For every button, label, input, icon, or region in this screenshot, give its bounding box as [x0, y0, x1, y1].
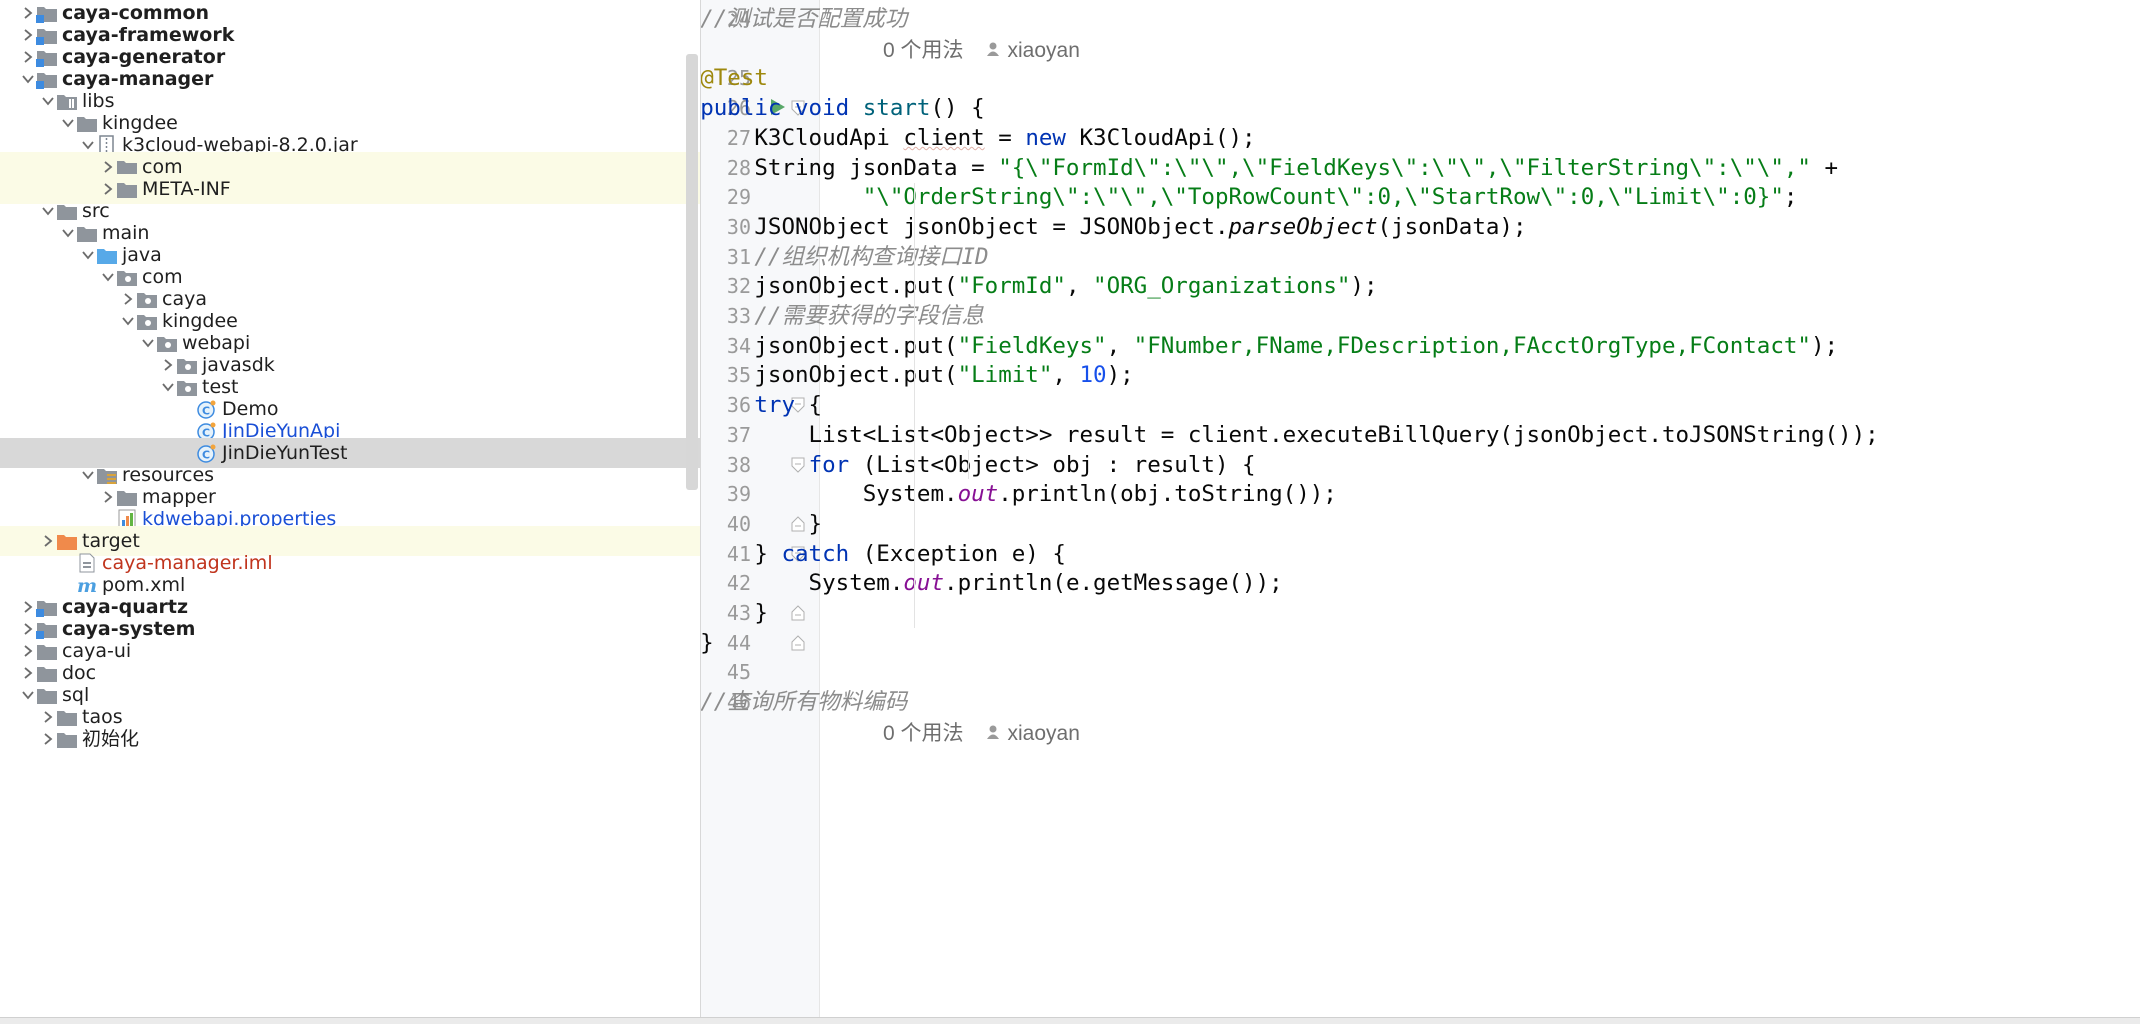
code-token: "FNumber,FName,FDescription,FAcctOrgType… — [1133, 332, 1811, 359]
code-vision-hint[interactable]: 0 个用法 xiaoyan — [883, 714, 1080, 754]
project-tree-scrollbar[interactable] — [686, 54, 698, 490]
folder-icon — [56, 729, 78, 749]
author-icon — [986, 714, 1000, 754]
code-line[interactable]: //测试是否配置成功 — [701, 0, 907, 39]
code-line[interactable]: System.out.println(e.getMessage()); — [701, 563, 1283, 603]
tree-row-label: 初始化 — [82, 728, 140, 750]
code-token: ; — [1783, 184, 1798, 211]
code-line[interactable]: //查询所有物料编码 — [701, 682, 907, 722]
code-token: //测试是否配置成功 — [701, 6, 908, 32]
fold-close-icon[interactable] — [790, 604, 806, 622]
code-token: ); — [1810, 332, 1839, 359]
code-token: ); — [1106, 362, 1134, 389]
code-editor[interactable]: 24 25 26 27 28 29 30 31 32 33 34 35 36 37 38 39 40 41 42 43… — [701, 0, 2140, 1023]
code-token: out — [957, 481, 999, 508]
code-token: + — [1810, 154, 1839, 181]
code-token: .println(e.getMessage()); — [944, 570, 1283, 597]
code-token: parseObject — [1228, 213, 1378, 240]
author-hint[interactable]: xiaoyan — [1008, 39, 1080, 62]
code-token: "ORG_Organizations" — [1093, 273, 1351, 300]
author-hint[interactable]: xiaoyan — [1008, 722, 1080, 745]
usages-hint[interactable]: 0 个用法 — [883, 39, 964, 62]
code-vision-hint[interactable]: 0 个用法 xiaoyan — [883, 31, 1080, 71]
project-tree-panel: caya-common caya-framework caya-generator c… — [0, 0, 701, 1023]
author-icon — [986, 31, 1000, 71]
code-token: 10 — [1079, 362, 1107, 389]
indent-guide — [968, 449, 969, 480]
code-token: .println(obj.toString()); — [998, 481, 1337, 508]
code-token: } — [701, 629, 714, 656]
tree-row[interactable]: 初始化 — [0, 724, 700, 754]
code-token: out — [903, 570, 945, 597]
fold-close-icon[interactable] — [790, 634, 806, 652]
code-token: , — [1052, 362, 1080, 389]
code-token: (jsonData); — [1377, 213, 1527, 240]
usages-hint[interactable]: 0 个用法 — [883, 722, 964, 745]
code-token: //查询所有物料编码 — [701, 689, 908, 716]
code-line[interactable]: } — [701, 623, 714, 663]
code-token: ); — [1350, 273, 1378, 300]
code-token: , — [1065, 273, 1094, 300]
code-token: "Limit" — [957, 362, 1053, 389]
indent-guide — [914, 182, 915, 628]
